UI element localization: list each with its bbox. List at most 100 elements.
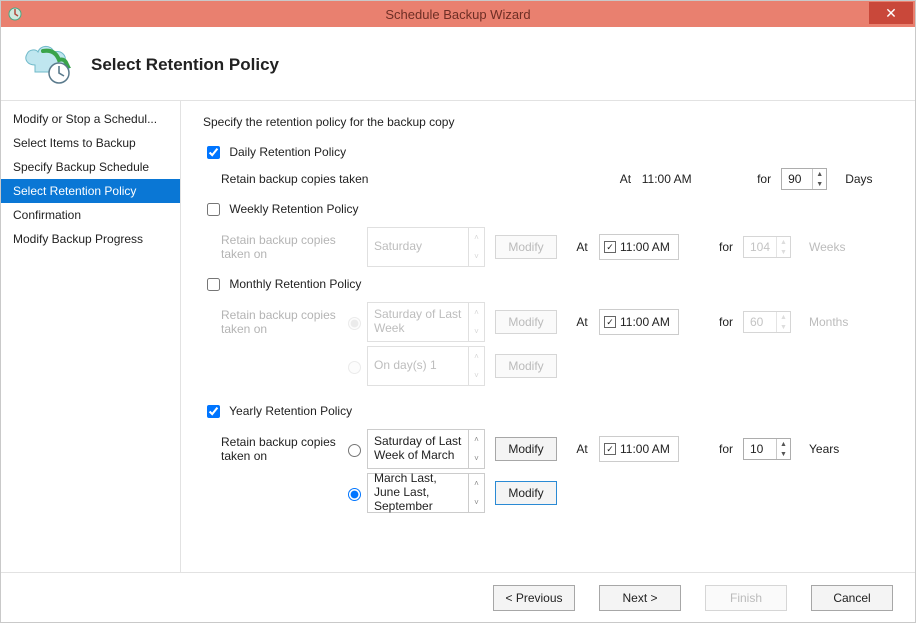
daily-checkbox-text: Daily Retention Policy [229, 145, 346, 159]
monthly-opt1-row: Retain backup copies taken on Saturday o… [221, 300, 897, 344]
yearly-checkbox[interactable] [207, 405, 220, 418]
daily-for-label: for [738, 172, 771, 186]
yearly-opt1-row: Retain backup copies taken on Saturday o… [221, 427, 897, 471]
yearly-opt1-box[interactable]: Saturday of Last Week of March ˄˅ [367, 429, 485, 469]
yearly-opt2-box[interactable]: March Last, June Last, September ˄˅ [367, 473, 485, 513]
footer-bar: < Previous Next > Finish Cancel [1, 572, 915, 622]
sidebar-item-specify-schedule[interactable]: Specify Backup Schedule [1, 155, 180, 179]
daily-checkbox-label[interactable]: Daily Retention Policy [203, 145, 346, 159]
yearly-policy-row: Yearly Retention Policy [203, 402, 897, 421]
weekly-day-box: Saturday ˄˅ [367, 227, 485, 267]
weekly-unit-label: Weeks [809, 240, 863, 254]
yearly-radio-1[interactable] [348, 444, 361, 457]
daily-unit-label: Days [845, 172, 897, 186]
daily-at-label: At [611, 172, 640, 186]
yearly-at-label: At [567, 442, 597, 456]
monthly-months-stepper: 60 ▲▼ [743, 311, 791, 333]
monthly-time-box[interactable]: ✓ 11:00 AM [599, 309, 679, 335]
yearly-modify-button-1[interactable]: Modify [495, 437, 557, 461]
weekly-weeks-stepper: 104 ▲▼ [743, 236, 791, 258]
monthly-checkbox-text: Monthly Retention Policy [229, 277, 361, 291]
monthly-radio-2 [348, 361, 361, 374]
monthly-retain-label: Retain backup copies taken on [221, 308, 339, 337]
yearly-retain-label: Retain backup copies taken on [221, 435, 339, 464]
window-title: Schedule Backup Wizard [1, 7, 915, 22]
yearly-radio-2[interactable] [348, 488, 361, 501]
sidebar-item-select-items[interactable]: Select Items to Backup [1, 131, 180, 155]
cancel-button[interactable]: Cancel [811, 585, 893, 611]
daily-checkbox[interactable] [207, 146, 220, 159]
weekly-weeks-value: 104 [744, 237, 776, 257]
spinner-icon[interactable]: ▲▼ [812, 169, 826, 189]
monthly-checkbox-label[interactable]: Monthly Retention Policy [203, 277, 361, 291]
close-button[interactable]: ✕ [869, 2, 913, 24]
chevron-updown-icon[interactable]: ˄˅ [468, 430, 484, 468]
main-panel: Specify the retention policy for the bac… [181, 101, 915, 572]
weekly-time-value: 11:00 AM [620, 240, 670, 254]
content-area: Modify or Stop a Schedul... Select Items… [1, 101, 915, 572]
sidebar-item-modify-stop[interactable]: Modify or Stop a Schedul... [1, 107, 180, 131]
daily-days-value: 90 [782, 169, 812, 189]
chevron-updown-icon: ˄˅ [468, 303, 484, 341]
monthly-radio-1 [348, 317, 361, 330]
chevron-updown-icon: ˄˅ [468, 347, 484, 385]
previous-button[interactable]: < Previous [493, 585, 575, 611]
yearly-checkbox-text: Yearly Retention Policy [229, 404, 352, 418]
weekly-modify-button: Modify [495, 235, 557, 259]
spinner-icon: ▲▼ [776, 237, 790, 257]
wizard-logo-icon [21, 41, 73, 88]
monthly-opt2-row: On day(s) 1 ˄˅ Modify [221, 344, 897, 388]
monthly-opt2-box: On day(s) 1 ˄˅ [367, 346, 485, 386]
chevron-updown-icon[interactable]: ˄˅ [468, 474, 484, 512]
weekly-checkbox-label[interactable]: Weekly Retention Policy [203, 202, 359, 216]
monthly-at-label: At [567, 315, 597, 329]
monthly-months-value: 60 [744, 312, 776, 332]
app-icon [5, 4, 25, 24]
monthly-time-check[interactable]: ✓ [604, 316, 616, 328]
yearly-time-box[interactable]: ✓ 11:00 AM [599, 436, 679, 462]
monthly-modify-button-1: Modify [495, 310, 557, 334]
monthly-checkbox[interactable] [207, 278, 220, 291]
weekly-checkbox[interactable] [207, 203, 220, 216]
yearly-years-stepper[interactable]: 10 ▲▼ [743, 438, 791, 460]
daily-policy-row: Daily Retention Policy [203, 143, 897, 162]
weekly-checkbox-text: Weekly Retention Policy [229, 202, 358, 216]
intro-text: Specify the retention policy for the bac… [203, 115, 897, 129]
sidebar-item-backup-progress[interactable]: Modify Backup Progress [1, 227, 180, 251]
monthly-policy-row: Monthly Retention Policy [203, 275, 897, 294]
header: Select Retention Policy [1, 27, 915, 101]
next-button[interactable]: Next > [599, 585, 681, 611]
yearly-opt2-value: March Last, June Last, September [368, 474, 468, 512]
weekly-details-row: Retain backup copies taken on Saturday ˄… [221, 225, 897, 269]
wizard-window: Schedule Backup Wizard ✕ Select Retentio… [0, 0, 916, 623]
yearly-years-value: 10 [744, 439, 776, 459]
daily-time-value: 11:00 AM [642, 172, 719, 186]
weekly-policy-row: Weekly Retention Policy [203, 200, 897, 219]
sidebar-item-confirmation[interactable]: Confirmation [1, 203, 180, 227]
monthly-opt1-box: Saturday of Last Week ˄˅ [367, 302, 485, 342]
page-title: Select Retention Policy [91, 55, 279, 75]
weekly-time-box[interactable]: ✓ 11:00 AM [599, 234, 679, 260]
spinner-icon: ▲▼ [776, 312, 790, 332]
yearly-for-label: for [699, 442, 733, 456]
weekly-time-check[interactable]: ✓ [604, 241, 616, 253]
yearly-opt1-value: Saturday of Last Week of March [368, 430, 468, 468]
yearly-checkbox-label[interactable]: Yearly Retention Policy [203, 404, 352, 418]
yearly-time-value: 11:00 AM [620, 442, 670, 456]
weekly-retain-label: Retain backup copies taken on [221, 233, 339, 262]
monthly-unit-label: Months [809, 315, 863, 329]
sidebar-item-retention-policy[interactable]: Select Retention Policy [1, 179, 180, 203]
monthly-for-label: for [699, 315, 733, 329]
close-icon: ✕ [885, 5, 897, 22]
daily-days-stepper[interactable]: 90 ▲▼ [781, 168, 827, 190]
monthly-opt2-value: On day(s) 1 [368, 347, 468, 385]
monthly-opt1-value: Saturday of Last Week [368, 303, 468, 341]
wizard-sidebar: Modify or Stop a Schedul... Select Items… [1, 101, 181, 572]
yearly-time-check[interactable]: ✓ [604, 443, 616, 455]
weekly-at-label: At [567, 240, 597, 254]
yearly-opt2-row: March Last, June Last, September ˄˅ Modi… [221, 471, 897, 515]
finish-button: Finish [705, 585, 787, 611]
yearly-modify-button-2[interactable]: Modify [495, 481, 557, 505]
monthly-time-value: 11:00 AM [620, 315, 670, 329]
spinner-icon[interactable]: ▲▼ [776, 439, 790, 459]
